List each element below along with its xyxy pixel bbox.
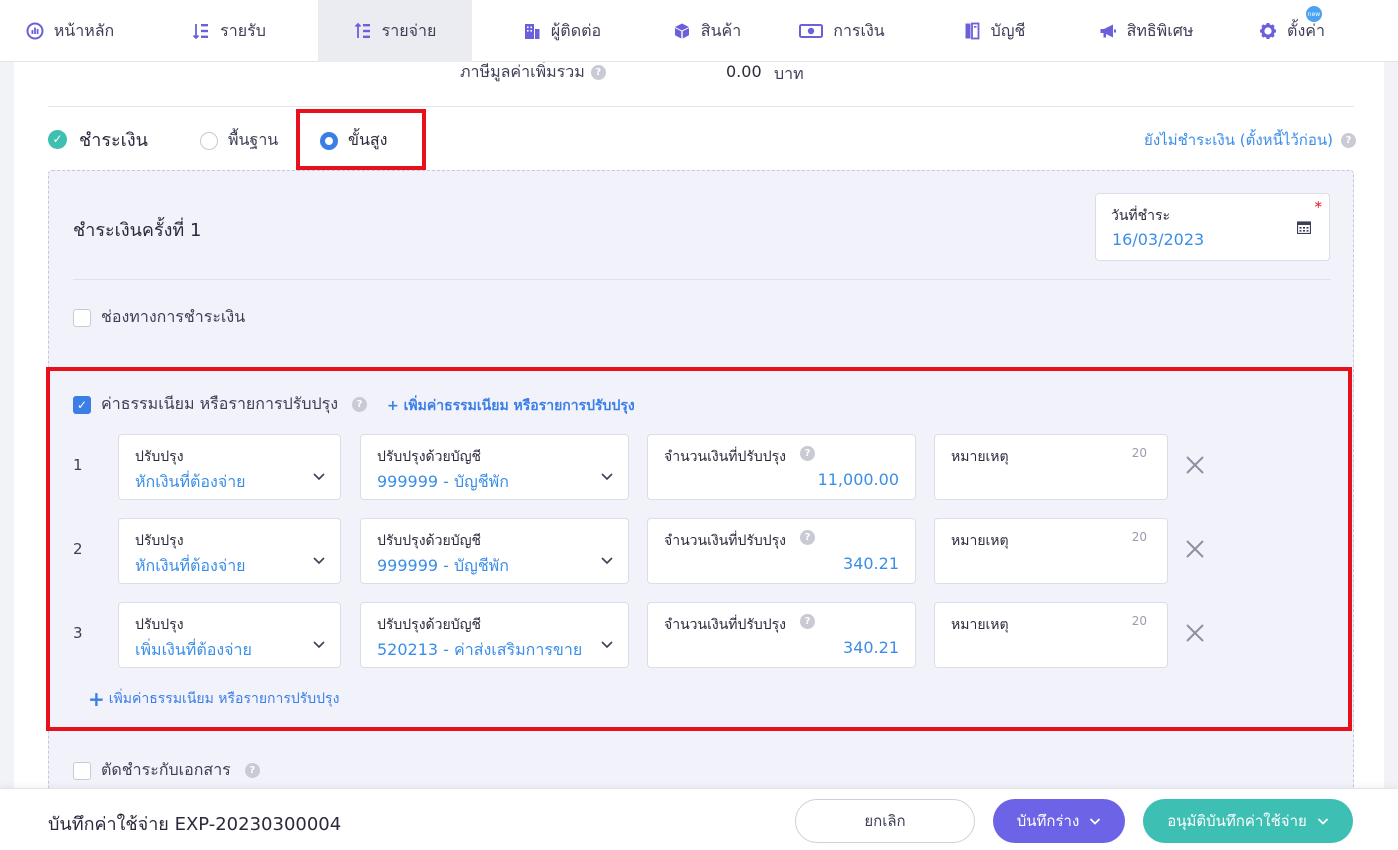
date-value: 16/03/2023 <box>1112 230 1205 249</box>
nav-label: ผู้ติดต่อ <box>550 20 602 40</box>
chevron-down-icon <box>1317 818 1328 825</box>
offset-checkbox[interactable] <box>73 761 91 780</box>
highlight-box-fees <box>46 367 1352 731</box>
nav-label: รายจ่าย <box>381 20 437 40</box>
expense-icon <box>354 22 372 40</box>
gear-icon <box>1259 22 1277 40</box>
vat-unit: บาท <box>774 64 804 83</box>
nav-item-settings[interactable]: ตั้งค่า new <box>1226 0 1358 62</box>
payment-date-field[interactable]: วันที่ชำระ * 16/03/2023 <box>1095 193 1330 261</box>
nav-item-privileges[interactable]: สิทธิพิเศษ <box>1066 0 1226 62</box>
nav-item-accounting[interactable]: บัญชี <box>922 0 1066 62</box>
vat-value: 0.00 <box>726 62 762 81</box>
highlight-box-advanced <box>296 109 426 170</box>
payment-title: ชำระเงิน <box>79 129 148 151</box>
radio-basic-label: พื้นฐาน <box>228 130 279 149</box>
payment-mode-basic[interactable]: พื้นฐาน <box>200 128 278 153</box>
dashboard-icon <box>26 22 44 40</box>
help-icon[interactable]: ? <box>1341 132 1356 148</box>
new-badge: new <box>1306 6 1322 22</box>
nav-label: บัญชี <box>990 20 1026 40</box>
cancel-button[interactable]: ยกเลิก <box>795 799 975 843</box>
unpaid-link[interactable]: ยังไม่ชำระเงิน (ตั้งหนี้ไว้ก่อน) ? <box>1144 128 1356 152</box>
unpaid-link-label: ยังไม่ชำระเงิน (ตั้งหนี้ไว้ก่อน) <box>1144 131 1333 149</box>
required-star: * <box>1314 198 1323 216</box>
nav-item-home[interactable]: หน้าหลัก <box>0 0 140 62</box>
top-navigation: หน้าหลัก รายรับ รายจ่าย ผู้ติดต่อ สินค้า… <box>0 0 1398 62</box>
nav-item-finance[interactable]: การเงิน <box>762 0 922 62</box>
nav-label: สินค้า <box>700 20 742 40</box>
check-circle-icon: ✓ <box>48 129 67 149</box>
vat-label: ภาษีมูลค่าเพิ่มรวม <box>460 62 585 81</box>
nav-label: การเงิน <box>833 20 885 40</box>
box-icon <box>673 22 691 40</box>
offset-checkbox-row[interactable]: ตัดชำระกับเอกสาร ? <box>73 758 260 783</box>
contacts-icon <box>523 22 541 40</box>
nav-item-expense[interactable]: รายจ่าย <box>318 0 472 62</box>
nav-item-products[interactable]: สินค้า <box>652 0 762 62</box>
chevron-down-icon <box>1090 818 1101 825</box>
income-icon <box>192 22 210 40</box>
megaphone-icon <box>1099 22 1117 40</box>
nav-label: สิทธิพิเศษ <box>1126 20 1194 40</box>
save-draft-label: บันทึกร่าง <box>1016 812 1080 830</box>
payment-header: ✓ ชำระเงิน <box>48 124 148 154</box>
bottom-action-bar: บันทึกค่าใช้จ่าย EXP-20230300004 ยกเลิก … <box>0 788 1398 850</box>
divider <box>73 279 1331 280</box>
payment-channel-checkbox[interactable] <box>73 308 91 327</box>
nav-item-income[interactable]: รายรับ <box>140 0 318 62</box>
approve-label: อนุมัติบันทึกค่าใช้จ่าย <box>1167 812 1307 830</box>
payment-channel-label: ช่องทางการชำระเงิน <box>101 307 246 326</box>
document-title: บันทึกค่าใช้จ่าย EXP-20230300004 <box>48 814 342 835</box>
offset-label: ตัดชำระกับเอกสาร <box>101 760 231 779</box>
nav-item-contacts[interactable]: ผู้ติดต่อ <box>472 0 652 62</box>
cancel-label: ยกเลิก <box>864 812 906 830</box>
vat-total-row: ภาษีมูลค่าเพิ่มรวม ? <box>460 62 606 82</box>
payment-channel-checkbox-row[interactable]: ช่องทางการชำระเงิน <box>73 305 245 330</box>
help-icon[interactable]: ? <box>244 763 260 778</box>
nav-label: รายรับ <box>220 20 266 40</box>
ledger-icon <box>963 22 981 40</box>
nav-label: หน้าหลัก <box>53 20 115 40</box>
approve-button[interactable]: อนุมัติบันทึกค่าใช้จ่าย <box>1143 799 1353 843</box>
calendar-icon[interactable] <box>1297 220 1311 234</box>
money-icon <box>799 22 824 40</box>
installment-title: ชำระเงินครั้งที่ 1 <box>73 220 202 241</box>
date-label: วันที่ชำระ <box>1111 208 1171 224</box>
save-draft-button[interactable]: บันทึกร่าง <box>993 799 1125 843</box>
expense-form-card: ภาษีมูลค่าเพิ่มรวม ? 0.00 บาท ✓ ชำระเงิน… <box>14 62 1384 788</box>
divider <box>48 106 1354 107</box>
help-icon[interactable]: ? <box>590 64 606 80</box>
nav-label: ตั้งค่า <box>1287 20 1325 40</box>
radio-basic[interactable] <box>200 131 218 150</box>
